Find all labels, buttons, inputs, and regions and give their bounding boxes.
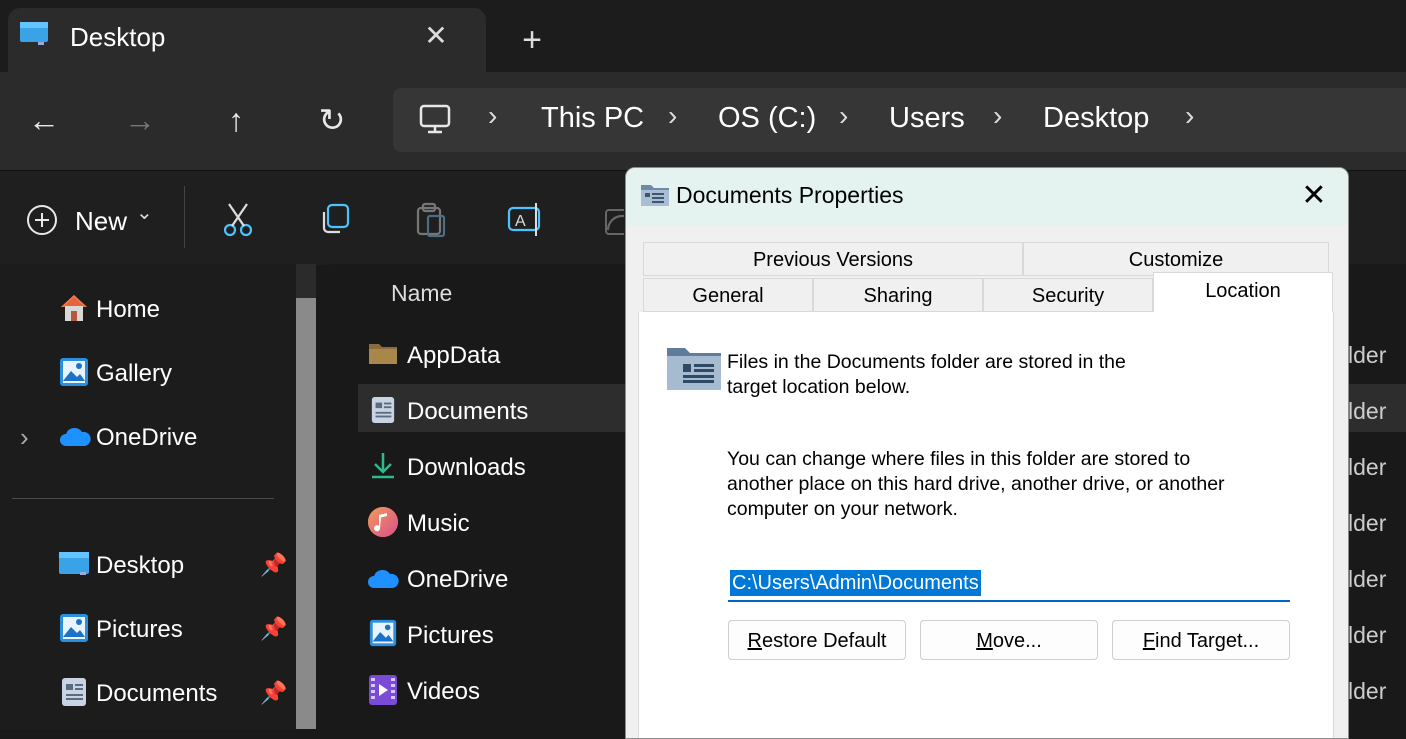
expand-chevron-icon[interactable]: › xyxy=(20,422,29,453)
breadcrumb-chevron-icon[interactable]: › xyxy=(488,100,497,132)
breadcrumb-desktop[interactable]: Desktop xyxy=(1043,102,1149,135)
file-type: lder xyxy=(1348,398,1387,424)
documents-folder-icon xyxy=(370,394,400,424)
tab-sharing[interactable]: Sharing xyxy=(813,278,983,312)
change-text-line1: You can change where files in this folde… xyxy=(727,448,1191,470)
breadcrumb-users[interactable]: Users xyxy=(889,102,965,135)
file-row-appdata[interactable]: AppData xyxy=(407,342,500,370)
file-row-documents[interactable]: Documents xyxy=(407,398,528,426)
close-icon[interactable]: ✕ xyxy=(1290,176,1338,216)
target-path-selected-text[interactable]: C:\Users\Admin\Documents xyxy=(730,570,981,596)
button-label: estore Default xyxy=(761,630,887,652)
file-type: lder xyxy=(1348,454,1387,480)
file-type: lder xyxy=(1348,566,1387,592)
sidebar-divider xyxy=(12,498,274,499)
find-target-button[interactable]: Find Target... xyxy=(1112,620,1290,660)
divider xyxy=(184,186,185,248)
music-icon xyxy=(367,506,398,537)
back-button[interactable]: ← xyxy=(20,96,68,144)
sidebar-item-onedrive[interactable]: OneDrive xyxy=(96,424,197,452)
file-type: lder xyxy=(1348,342,1387,368)
close-tab-icon[interactable]: ✕ xyxy=(420,20,452,52)
desktop-icon xyxy=(18,20,50,48)
plus-circle-icon[interactable] xyxy=(26,204,58,236)
restore-default-button[interactable]: Restore Default xyxy=(728,620,906,660)
documents-folder-icon xyxy=(60,676,92,708)
breadcrumb-chevron-icon[interactable]: › xyxy=(668,100,677,132)
breadcrumb-os-c[interactable]: OS (C:) xyxy=(718,102,816,135)
breadcrumb-chevron-icon[interactable]: › xyxy=(1185,100,1194,132)
sidebar-item-documents[interactable]: Documents xyxy=(96,680,217,708)
tab-previous-versions[interactable]: Previous Versions xyxy=(643,242,1023,276)
access-key: M xyxy=(976,630,993,652)
file-row-videos[interactable]: Videos xyxy=(407,678,480,706)
onedrive-icon xyxy=(366,566,399,596)
onedrive-icon xyxy=(58,424,91,456)
file-row-pictures[interactable]: Pictures xyxy=(407,622,494,650)
access-key: F xyxy=(1142,630,1156,652)
svg-text:A: A xyxy=(515,213,526,230)
pin-icon[interactable]: 📌 xyxy=(260,616,287,642)
button-label: ind Target... xyxy=(1155,630,1260,652)
gallery-icon xyxy=(58,356,90,388)
chevron-down-icon[interactable]: ⌄ xyxy=(136,200,153,225)
access-key: R xyxy=(747,630,762,652)
change-text-line3: computer on your network. xyxy=(727,498,958,520)
new-button[interactable]: New xyxy=(75,206,127,237)
move-button[interactable]: Move... xyxy=(920,620,1098,660)
button-label: ove... xyxy=(992,630,1042,652)
rename-icon[interactable]: A xyxy=(506,200,546,240)
tab-title: Desktop xyxy=(70,22,166,52)
desktop-folder-icon xyxy=(58,550,90,582)
sidebar-item-gallery[interactable]: Gallery xyxy=(96,360,172,388)
pin-icon[interactable]: 📌 xyxy=(260,552,287,578)
pictures-folder-icon xyxy=(368,618,398,648)
monitor-icon[interactable] xyxy=(418,102,452,136)
folder-icon xyxy=(640,182,670,208)
change-text-line2: another place on this hard drive, anothe… xyxy=(727,473,1225,495)
file-row-onedrive[interactable]: OneDrive xyxy=(407,566,508,594)
file-row-music[interactable]: Music xyxy=(407,510,470,538)
tab-customize[interactable]: Customize xyxy=(1023,242,1329,276)
cut-icon[interactable] xyxy=(218,200,258,240)
properties-dialog: Documents Properties ✕ Previous Versions… xyxy=(625,167,1349,739)
share-icon[interactable] xyxy=(602,200,624,240)
breadcrumb-chevron-icon[interactable]: › xyxy=(993,100,1002,132)
tab-general[interactable]: General xyxy=(643,278,813,312)
pin-icon[interactable]: 📌 xyxy=(260,680,287,706)
breadcrumb-this-pc[interactable]: This PC xyxy=(541,102,644,135)
videos-icon xyxy=(368,674,398,705)
sidebar-item-home[interactable]: Home xyxy=(96,296,160,324)
paste-icon[interactable] xyxy=(410,200,450,240)
navigation-pane xyxy=(0,264,296,729)
sidebar-item-desktop[interactable]: Desktop xyxy=(96,552,184,580)
copy-icon[interactable] xyxy=(314,200,354,240)
folder-icon xyxy=(666,344,722,392)
breadcrumb-chevron-icon[interactable]: › xyxy=(839,100,848,132)
file-type: lder xyxy=(1348,510,1387,536)
tab-location[interactable]: Location xyxy=(1153,272,1333,312)
home-icon xyxy=(58,292,90,324)
folder-icon xyxy=(368,340,398,370)
file-row-downloads[interactable]: Downloads xyxy=(407,454,526,482)
file-type: lder xyxy=(1348,622,1387,648)
forward-button[interactable]: → xyxy=(116,96,164,144)
file-type: lder xyxy=(1348,678,1387,704)
refresh-button[interactable]: ↻ xyxy=(308,96,356,144)
scrollbar-thumb[interactable] xyxy=(296,298,316,729)
dialog-title: Documents Properties xyxy=(676,182,904,208)
tab-security[interactable]: Security xyxy=(983,278,1153,312)
info-text-line1: Files in the Documents folder are stored… xyxy=(727,351,1126,373)
sidebar-item-pictures[interactable]: Pictures xyxy=(96,616,183,644)
column-header-name[interactable]: Name xyxy=(391,280,452,307)
pictures-folder-icon xyxy=(58,612,90,644)
info-text-line2: target location below. xyxy=(727,376,911,398)
download-icon xyxy=(368,450,398,480)
up-button[interactable]: ↑ xyxy=(212,96,260,144)
new-tab-button[interactable]: + xyxy=(516,23,548,57)
